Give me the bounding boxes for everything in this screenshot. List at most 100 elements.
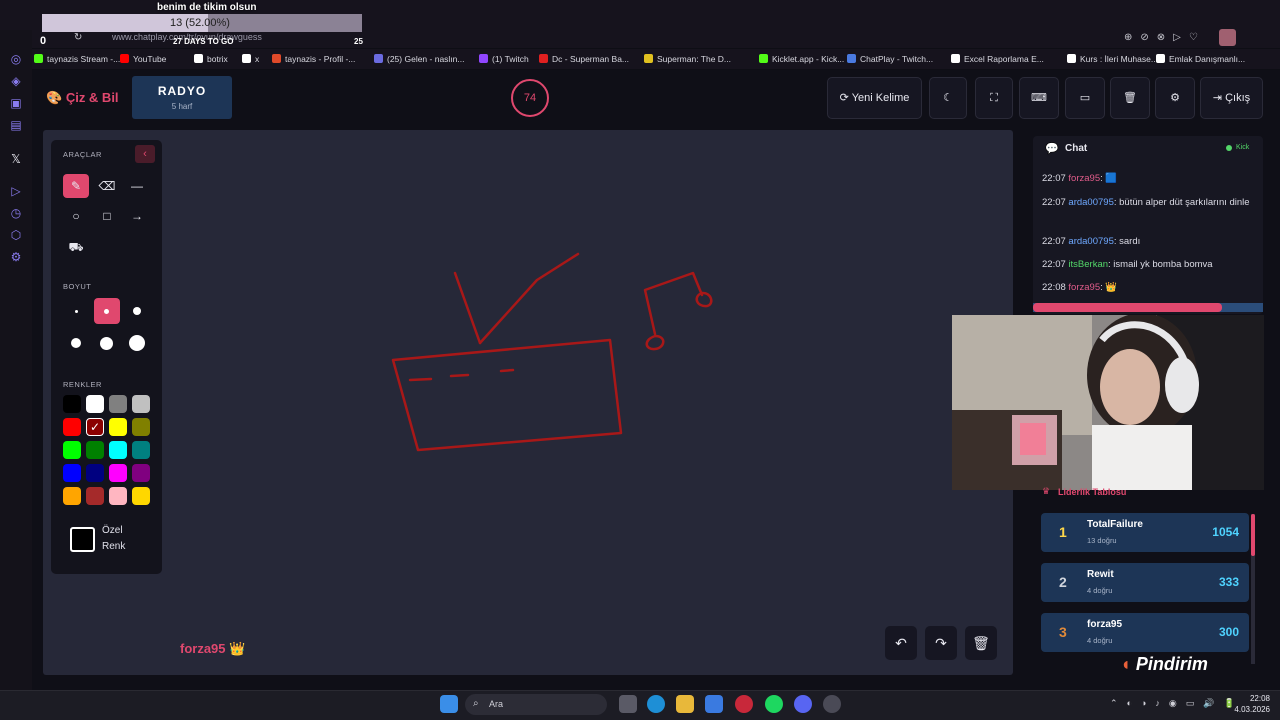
profile-avatar[interactable]: [1219, 29, 1236, 46]
keyboard-button[interactable]: ⌨: [1019, 77, 1059, 119]
delete-button[interactable]: 🗑: [1110, 77, 1150, 119]
store-icon[interactable]: [705, 695, 723, 713]
eraser-tool-button[interactable]: ⌫: [94, 174, 120, 198]
color-swatch[interactable]: [86, 464, 104, 482]
color-swatch[interactable]: ✓: [86, 418, 104, 436]
color-swatch[interactable]: [132, 464, 150, 482]
brush-tool-button[interactable]: ✎: [63, 174, 89, 198]
archive-button[interactable]: ▭: [1065, 77, 1105, 119]
size-option-6[interactable]: [129, 335, 145, 351]
leaderboard-scroll-thumb[interactable]: [1251, 514, 1255, 556]
size-option-5[interactable]: [100, 337, 113, 350]
collapse-panel-button[interactable]: ‹: [135, 145, 155, 163]
discord-icon[interactable]: [794, 695, 812, 713]
spotify-icon[interactable]: [765, 695, 783, 713]
file-explorer-icon[interactable]: [676, 695, 694, 713]
bookmark-item[interactable]: ChatPlay - Twitch...: [847, 54, 933, 64]
color-swatch[interactable]: [132, 395, 150, 413]
sidebar-clock-icon[interactable]: ◷: [9, 206, 23, 220]
chat-scroll-thumb[interactable]: [1033, 303, 1222, 312]
bookmark-item[interactable]: Excel Raporlama E...: [951, 54, 1044, 64]
color-swatch[interactable]: [86, 487, 104, 505]
color-swatch[interactable]: [109, 441, 127, 459]
color-swatch[interactable]: [63, 487, 81, 505]
edge-icon[interactable]: [647, 695, 665, 713]
bookmark-item[interactable]: Superman: The D...: [644, 54, 731, 64]
color-swatch[interactable]: [86, 395, 104, 413]
chat-message-user[interactable]: itsBerkan: [1068, 259, 1108, 270]
undo-button[interactable]: ↶: [885, 626, 917, 660]
sidebar-m-icon[interactable]: ▤: [9, 118, 23, 132]
arrow-tool-button[interactable]: →: [124, 204, 150, 228]
chat-message-text: : ismail yk bomba bomva: [1108, 259, 1213, 270]
size-option-2[interactable]: [104, 309, 109, 314]
reload-icon[interactable]: ↻: [74, 32, 82, 43]
color-swatch[interactable]: [109, 395, 127, 413]
taskbar-clock[interactable]: 22:08 4.03.2026: [1230, 693, 1270, 715]
clear-canvas-button[interactable]: 🗑: [965, 626, 997, 660]
new-word-label: Yeni Kelime: [851, 92, 910, 104]
circle-tool-button[interactable]: ○: [63, 204, 89, 228]
settings-button[interactable]: ⚙: [1155, 77, 1195, 119]
bookmark-item[interactable]: Kicklet.app - Kick...: [759, 54, 844, 64]
bookmark-item[interactable]: botrix: [194, 54, 228, 64]
windows-start-icon[interactable]: [440, 695, 458, 713]
bookmark-item[interactable]: taynazis - Profil -...: [272, 54, 355, 64]
chat-message-user[interactable]: forza95: [1068, 282, 1100, 293]
color-swatch[interactable]: [86, 441, 104, 459]
sidebar-chat-icon[interactable]: ▣: [9, 96, 23, 110]
color-swatch[interactable]: [109, 487, 127, 505]
color-swatch[interactable]: [132, 441, 150, 459]
trash-icon: 🗑: [1123, 92, 1137, 104]
opera-icon[interactable]: [735, 695, 753, 713]
browser-toolbar-icons[interactable]: ⊕⊘⊗▷♡: [1124, 32, 1206, 43]
color-swatch[interactable]: [109, 418, 127, 436]
color-swatch[interactable]: [132, 487, 150, 505]
chat-message-user[interactable]: forza95: [1068, 173, 1100, 184]
fill-tool-button[interactable]: ⛟: [63, 235, 89, 259]
color-swatch[interactable]: [132, 418, 150, 436]
size-option-1[interactable]: [75, 310, 78, 313]
new-word-button[interactable]: ⟳ Yeni Kelime: [827, 77, 922, 119]
task-view-icon[interactable]: [619, 695, 637, 713]
bookmark-item[interactable]: Dc - Superman Ba...: [539, 54, 629, 64]
bookmark-label: taynazis Stream -...: [47, 54, 121, 64]
steam-icon[interactable]: [823, 695, 841, 713]
color-swatch[interactable]: [63, 464, 81, 482]
line-tool-button[interactable]: —: [124, 174, 150, 198]
fullscreen-button[interactable]: ⛶: [975, 77, 1013, 119]
custom-color-button[interactable]: [70, 527, 95, 552]
size-option-4[interactable]: [71, 338, 81, 348]
chat-message-user[interactable]: arda00795: [1068, 236, 1113, 247]
tools-section-label: ARAÇLAR: [63, 150, 102, 159]
rectangle-tool-button[interactable]: □: [94, 204, 120, 228]
color-swatch[interactable]: [63, 418, 81, 436]
chat-message-user[interactable]: arda00795: [1068, 197, 1113, 208]
exit-button[interactable]: ⇥ Çıkış: [1200, 77, 1263, 119]
color-swatch[interactable]: [63, 395, 81, 413]
sidebar-settings-icon[interactable]: ⚙: [9, 250, 23, 264]
redo-button[interactable]: ↷: [925, 626, 957, 660]
sidebar-play-icon[interactable]: ▷: [9, 184, 23, 198]
bookmark-item[interactable]: taynazis Stream -...: [34, 54, 120, 64]
app-logo[interactable]: 🎨 Çiz & Bil: [46, 90, 119, 106]
system-tray-icons[interactable]: ⌃◐◑♪◉▭🔊🔋: [1110, 698, 1244, 709]
drawing-canvas[interactable]: [43, 130, 1013, 675]
sidebar-bag-icon[interactable]: ◈: [9, 74, 23, 88]
size-option-3[interactable]: [133, 307, 141, 315]
bookmark-item[interactable]: x: [242, 54, 259, 64]
color-swatch[interactable]: [109, 464, 127, 482]
bookmark-item[interactable]: (25) Gelen - naslın...: [374, 54, 464, 64]
bookmark-item[interactable]: Emlak Danışmanlı...: [1156, 54, 1245, 64]
bookmark-item[interactable]: Kurs : İleri Muhase...: [1067, 54, 1158, 64]
theme-toggle-button[interactable]: ☾: [929, 77, 967, 119]
sidebar-box-icon[interactable]: ⬡: [9, 228, 23, 242]
taskbar-search[interactable]: [465, 694, 607, 715]
bookmark-label: Superman: The D...: [657, 54, 732, 64]
undo-icon: ↶: [895, 635, 907, 651]
color-swatch[interactable]: [63, 441, 81, 459]
bookmark-item[interactable]: YouTube: [120, 54, 166, 64]
sidebar-messenger-icon[interactable]: ◎: [9, 52, 23, 66]
sidebar-x-icon[interactable]: 𝕏: [9, 152, 23, 166]
bookmark-item[interactable]: (1) Twitch: [479, 54, 529, 64]
